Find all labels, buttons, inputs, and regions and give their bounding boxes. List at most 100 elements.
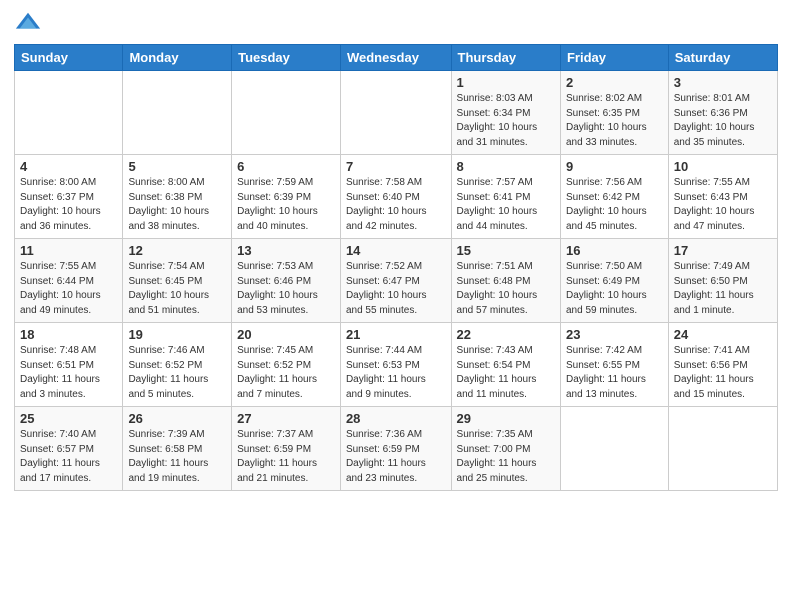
- calendar-week-1: 1 Sunrise: 8:03 AM Sunset: 6:34 PM Daylig…: [15, 71, 778, 155]
- day-number: 4: [20, 159, 117, 174]
- calendar-cell: 20 Sunrise: 7:45 AM Sunset: 6:52 PM Dayli…: [232, 323, 341, 407]
- logo-icon: [14, 10, 42, 38]
- calendar-cell: [560, 407, 668, 491]
- day-number: 7: [346, 159, 446, 174]
- day-detail: Sunrise: 7:42 AM Sunset: 6:55 PM Dayligh…: [566, 344, 663, 402]
- day-detail: Sunrise: 7:59 AM Sunset: 6:39 PM Dayligh…: [237, 176, 335, 234]
- day-detail: Sunrise: 7:52 AM Sunset: 6:47 PM Dayligh…: [346, 260, 446, 318]
- day-number: 2: [566, 75, 663, 90]
- day-detail: Sunrise: 8:02 AM Sunset: 6:35 PM Dayligh…: [566, 92, 663, 150]
- day-detail: Sunrise: 7:49 AM Sunset: 6:50 PM Dayligh…: [674, 260, 772, 318]
- calendar-cell: 14 Sunrise: 7:52 AM Sunset: 6:47 PM Dayli…: [340, 239, 451, 323]
- day-detail: Sunrise: 7:57 AM Sunset: 6:41 PM Dayligh…: [457, 176, 555, 234]
- calendar-cell: 4 Sunrise: 8:00 AM Sunset: 6:37 PM Daylig…: [15, 155, 123, 239]
- calendar-cell: 1 Sunrise: 8:03 AM Sunset: 6:34 PM Daylig…: [451, 71, 560, 155]
- day-detail: Sunrise: 7:48 AM Sunset: 6:51 PM Dayligh…: [20, 344, 117, 402]
- day-detail: Sunrise: 7:56 AM Sunset: 6:42 PM Dayligh…: [566, 176, 663, 234]
- header-cell-wednesday: Wednesday: [340, 45, 451, 71]
- day-detail: Sunrise: 7:43 AM Sunset: 6:54 PM Dayligh…: [457, 344, 555, 402]
- calendar-cell: [340, 71, 451, 155]
- page-header: [14, 10, 778, 38]
- calendar-cell: 2 Sunrise: 8:02 AM Sunset: 6:35 PM Daylig…: [560, 71, 668, 155]
- day-detail: Sunrise: 7:51 AM Sunset: 6:48 PM Dayligh…: [457, 260, 555, 318]
- day-number: 26: [128, 411, 226, 426]
- day-detail: Sunrise: 7:44 AM Sunset: 6:53 PM Dayligh…: [346, 344, 446, 402]
- calendar-cell: 7 Sunrise: 7:58 AM Sunset: 6:40 PM Daylig…: [340, 155, 451, 239]
- calendar-cell: 8 Sunrise: 7:57 AM Sunset: 6:41 PM Daylig…: [451, 155, 560, 239]
- day-detail: Sunrise: 8:01 AM Sunset: 6:36 PM Dayligh…: [674, 92, 772, 150]
- day-number: 9: [566, 159, 663, 174]
- calendar-cell: 17 Sunrise: 7:49 AM Sunset: 6:50 PM Dayli…: [668, 239, 777, 323]
- day-number: 8: [457, 159, 555, 174]
- day-number: 23: [566, 327, 663, 342]
- day-number: 21: [346, 327, 446, 342]
- calendar-cell: [232, 71, 341, 155]
- calendar-cell: 16 Sunrise: 7:50 AM Sunset: 6:49 PM Dayli…: [560, 239, 668, 323]
- calendar-cell: 6 Sunrise: 7:59 AM Sunset: 6:39 PM Daylig…: [232, 155, 341, 239]
- calendar-cell: 24 Sunrise: 7:41 AM Sunset: 6:56 PM Dayli…: [668, 323, 777, 407]
- day-detail: Sunrise: 7:55 AM Sunset: 6:44 PM Dayligh…: [20, 260, 117, 318]
- day-number: 24: [674, 327, 772, 342]
- day-detail: Sunrise: 7:36 AM Sunset: 6:59 PM Dayligh…: [346, 428, 446, 486]
- calendar-cell: 27 Sunrise: 7:37 AM Sunset: 6:59 PM Dayli…: [232, 407, 341, 491]
- day-number: 28: [346, 411, 446, 426]
- calendar-cell: 5 Sunrise: 8:00 AM Sunset: 6:38 PM Daylig…: [123, 155, 232, 239]
- logo: [14, 10, 46, 38]
- header-cell-saturday: Saturday: [668, 45, 777, 71]
- header-cell-tuesday: Tuesday: [232, 45, 341, 71]
- day-number: 3: [674, 75, 772, 90]
- header-cell-monday: Monday: [123, 45, 232, 71]
- day-detail: Sunrise: 8:00 AM Sunset: 6:37 PM Dayligh…: [20, 176, 117, 234]
- day-detail: Sunrise: 7:55 AM Sunset: 6:43 PM Dayligh…: [674, 176, 772, 234]
- calendar-week-5: 25 Sunrise: 7:40 AM Sunset: 6:57 PM Dayli…: [15, 407, 778, 491]
- day-detail: Sunrise: 7:41 AM Sunset: 6:56 PM Dayligh…: [674, 344, 772, 402]
- day-number: 17: [674, 243, 772, 258]
- header-cell-sunday: Sunday: [15, 45, 123, 71]
- day-number: 14: [346, 243, 446, 258]
- calendar-cell: 21 Sunrise: 7:44 AM Sunset: 6:53 PM Dayli…: [340, 323, 451, 407]
- page-container: SundayMondayTuesdayWednesdayThursdayFrid…: [0, 0, 792, 612]
- day-number: 1: [457, 75, 555, 90]
- day-number: 27: [237, 411, 335, 426]
- day-detail: Sunrise: 7:40 AM Sunset: 6:57 PM Dayligh…: [20, 428, 117, 486]
- calendar-cell: 15 Sunrise: 7:51 AM Sunset: 6:48 PM Dayli…: [451, 239, 560, 323]
- day-number: 16: [566, 243, 663, 258]
- calendar-cell: 12 Sunrise: 7:54 AM Sunset: 6:45 PM Dayli…: [123, 239, 232, 323]
- calendar-cell: 28 Sunrise: 7:36 AM Sunset: 6:59 PM Dayli…: [340, 407, 451, 491]
- day-number: 6: [237, 159, 335, 174]
- calendar-cell: 25 Sunrise: 7:40 AM Sunset: 6:57 PM Dayli…: [15, 407, 123, 491]
- day-detail: Sunrise: 7:37 AM Sunset: 6:59 PM Dayligh…: [237, 428, 335, 486]
- day-detail: Sunrise: 7:45 AM Sunset: 6:52 PM Dayligh…: [237, 344, 335, 402]
- calendar-cell: 13 Sunrise: 7:53 AM Sunset: 6:46 PM Dayli…: [232, 239, 341, 323]
- calendar-cell: 19Sunrise: 7:46 AM Sunset: 6:52 PM Dayli…: [123, 323, 232, 407]
- calendar-cell: [15, 71, 123, 155]
- day-number: 12: [128, 243, 226, 258]
- day-detail: Sunrise: 7:58 AM Sunset: 6:40 PM Dayligh…: [346, 176, 446, 234]
- header-row: SundayMondayTuesdayWednesdayThursdayFrid…: [15, 45, 778, 71]
- day-number: 13: [237, 243, 335, 258]
- calendar-week-3: 11 Sunrise: 7:55 AM Sunset: 6:44 PM Dayli…: [15, 239, 778, 323]
- header-cell-thursday: Thursday: [451, 45, 560, 71]
- day-detail: Sunrise: 8:03 AM Sunset: 6:34 PM Dayligh…: [457, 92, 555, 150]
- day-number: 5: [128, 159, 226, 174]
- day-number: 20: [237, 327, 335, 342]
- day-number: 15: [457, 243, 555, 258]
- day-number: 11: [20, 243, 117, 258]
- calendar-table: SundayMondayTuesdayWednesdayThursdayFrid…: [14, 44, 778, 491]
- calendar-cell: 9 Sunrise: 7:56 AM Sunset: 6:42 PM Daylig…: [560, 155, 668, 239]
- calendar-cell: [668, 407, 777, 491]
- day-detail: Sunrise: 7:39 AM Sunset: 6:58 PM Dayligh…: [128, 428, 226, 486]
- calendar-week-4: 18 Sunrise: 7:48 AM Sunset: 6:51 PM Dayli…: [15, 323, 778, 407]
- day-detail: Sunrise: 7:53 AM Sunset: 6:46 PM Dayligh…: [237, 260, 335, 318]
- calendar-cell: 22 Sunrise: 7:43 AM Sunset: 6:54 PM Dayli…: [451, 323, 560, 407]
- day-number: 18: [20, 327, 117, 342]
- calendar-cell: 23 Sunrise: 7:42 AM Sunset: 6:55 PM Dayli…: [560, 323, 668, 407]
- calendar-cell: 18 Sunrise: 7:48 AM Sunset: 6:51 PM Dayli…: [15, 323, 123, 407]
- day-detail: Sunrise: 7:50 AM Sunset: 6:49 PM Dayligh…: [566, 260, 663, 318]
- calendar-week-2: 4 Sunrise: 8:00 AM Sunset: 6:37 PM Daylig…: [15, 155, 778, 239]
- day-detail: Sunrise: 8:00 AM Sunset: 6:38 PM Dayligh…: [128, 176, 226, 234]
- day-number: 25: [20, 411, 117, 426]
- day-detail: Sunrise: 7:54 AM Sunset: 6:45 PM Dayligh…: [128, 260, 226, 318]
- day-number: 22: [457, 327, 555, 342]
- calendar-cell: 3 Sunrise: 8:01 AM Sunset: 6:36 PM Daylig…: [668, 71, 777, 155]
